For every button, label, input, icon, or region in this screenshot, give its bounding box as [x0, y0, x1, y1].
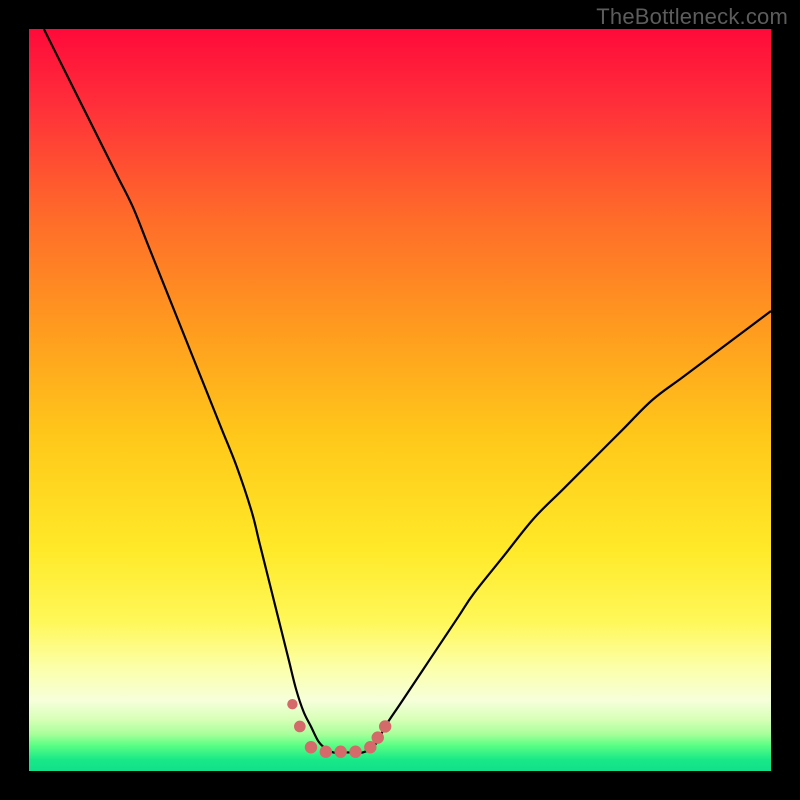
marker-dot [320, 746, 332, 758]
marker-dot [305, 741, 317, 753]
marker-dot [372, 731, 384, 743]
marker-dot [334, 746, 346, 758]
marker-dot [287, 699, 297, 709]
gradient-background [29, 29, 771, 771]
chart-stage: TheBottleneck.com [0, 0, 800, 800]
watermark-label: TheBottleneck.com [596, 4, 788, 30]
marker-dot [294, 721, 306, 733]
plot-frame [29, 29, 771, 771]
bottleneck-chart [29, 29, 771, 771]
marker-dot [349, 746, 361, 758]
marker-dot [379, 720, 391, 732]
